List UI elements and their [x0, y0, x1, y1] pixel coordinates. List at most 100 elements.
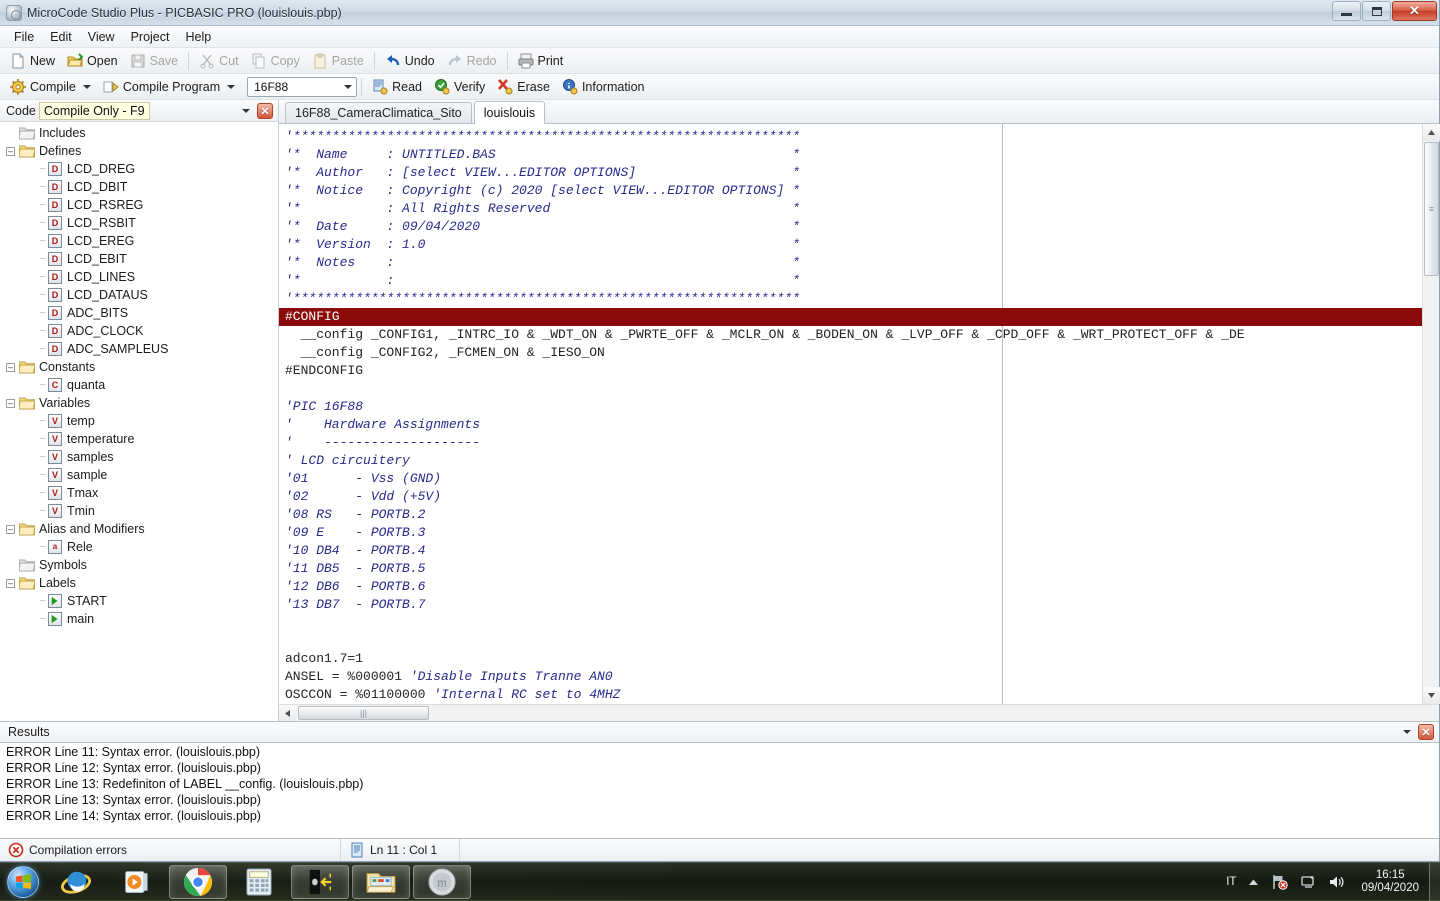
tree-item-lcd-rsbit[interactable]: ┄DLCD_RSBIT	[0, 214, 278, 232]
chevron-down-icon[interactable]	[1403, 730, 1411, 734]
code-line[interactable]: '08 RS - PORTB.2	[285, 506, 1422, 524]
code-line[interactable]	[285, 380, 1422, 398]
code-line[interactable]: ' LCD circuitery	[285, 452, 1422, 470]
minimize-button[interactable]	[1332, 1, 1361, 21]
tree-item-tmin[interactable]: ┄VTmin	[0, 502, 278, 520]
tree-item-adc-clock[interactable]: ┄DADC_CLOCK	[0, 322, 278, 340]
taskbar-microcode-studio[interactable]	[291, 865, 349, 899]
compile-button[interactable]: Compile	[4, 77, 97, 97]
code-line[interactable]: '* Author : [select VIEW...EDITOR OPTION…	[285, 164, 1422, 182]
tree-item-temperature[interactable]: ┄Vtemperature	[0, 430, 278, 448]
tree-item-lcd-dataus[interactable]: ┄DLCD_DATAUS	[0, 286, 278, 304]
tree-item-adc-sampleus[interactable]: ┄DADC_SAMPLEUS	[0, 340, 278, 358]
code-line[interactable]: '* Version : 1.0 *	[285, 236, 1422, 254]
tree-item-lcd-lines[interactable]: ┄DLCD_LINES	[0, 268, 278, 286]
result-line[interactable]: ERROR Line 13: Redefiniton of LABEL __co…	[6, 777, 1439, 793]
menu-item-file[interactable]: File	[6, 28, 42, 46]
chevron-down-icon[interactable]	[83, 85, 91, 89]
tree-item-variables[interactable]: –Variables	[0, 394, 278, 412]
tree-item-lcd-ebit[interactable]: ┄DLCD_EBIT	[0, 250, 278, 268]
code-explorer-tree[interactable]: Includes–Defines┄DLCD_DREG┄DLCD_DBIT┄DLC…	[0, 122, 278, 721]
code-line[interactable]: ' --------------------	[285, 434, 1422, 452]
code-line[interactable]: '11 DB5 - PORTB.5	[285, 560, 1422, 578]
tree-item-lcd-rsreg[interactable]: ┄DLCD_RSREG	[0, 196, 278, 214]
close-results-button[interactable]: ✕	[1418, 724, 1434, 740]
tree-item-lcd-dbit[interactable]: ┄DLCD_DBIT	[0, 178, 278, 196]
redo-button[interactable]: Redo	[441, 51, 503, 71]
code-line[interactable]	[285, 614, 1422, 632]
tree-item-labels[interactable]: –Labels	[0, 574, 278, 592]
scroll-left-button[interactable]	[279, 705, 296, 722]
code-line[interactable]: ANSEL = %000001 'Disable Inputs Tranne A…	[285, 668, 1422, 686]
tree-item-quanta[interactable]: ┄Cquanta	[0, 376, 278, 394]
editor-horizontal-scrollbar[interactable]: |||	[279, 704, 1439, 721]
vertical-scroll-thumb[interactable]: ≡	[1424, 142, 1439, 276]
code-line[interactable]: #ENDCONFIG	[285, 362, 1422, 380]
result-line[interactable]: ERROR Line 11: Syntax error. (louislouis…	[6, 745, 1439, 761]
taskbar-media-player[interactable]	[108, 865, 166, 899]
tree-item-start[interactable]: ┄START	[0, 592, 278, 610]
code-line[interactable]	[285, 632, 1422, 650]
cut-button[interactable]: Cut	[193, 51, 244, 71]
speaker-icon[interactable]	[1322, 863, 1351, 901]
result-line[interactable]: ERROR Line 13: Syntax error. (louislouis…	[6, 793, 1439, 809]
code-line[interactable]: '10 DB4 - PORTB.4	[285, 542, 1422, 560]
chevron-down-icon[interactable]	[344, 85, 352, 89]
code-line[interactable]: '* Name : UNTITLED.BAS *	[285, 146, 1422, 164]
information-button[interactable]: Information	[556, 77, 651, 97]
code-line[interactable]: '12 DB6 - PORTB.6	[285, 578, 1422, 596]
tree-item-sample[interactable]: ┄Vsample	[0, 466, 278, 484]
tree-item-symbols[interactable]: Symbols	[0, 556, 278, 574]
code-line[interactable]: '01 - Vss (GND)	[285, 470, 1422, 488]
results-list[interactable]: ERROR Line 11: Syntax error. (louislouis…	[0, 742, 1439, 839]
tree-item-alias-and-modifiers[interactable]: –Alias and Modifiers	[0, 520, 278, 538]
code-line-selected[interactable]: #CONFIG	[279, 308, 1422, 326]
device-select[interactable]: 16F88	[247, 77, 357, 97]
editor-tab-camera-climatica[interactable]: 16F88_CameraClimatica_Sito	[285, 102, 472, 123]
tree-item-includes[interactable]: Includes	[0, 124, 278, 142]
horizontal-scroll-track[interactable]: |||	[296, 705, 1439, 721]
print-button[interactable]: Print	[512, 51, 570, 71]
tree-item-main[interactable]: ┄main	[0, 610, 278, 628]
taskbar-google-chrome[interactable]	[169, 865, 227, 899]
tray-language[interactable]: IT	[1220, 863, 1242, 901]
code-line[interactable]: '***************************************…	[285, 290, 1422, 308]
tree-item-lcd-dreg[interactable]: ┄DLCD_DREG	[0, 160, 278, 178]
scroll-up-button[interactable]	[1423, 124, 1440, 141]
tree-item-rele[interactable]: ┄aRele	[0, 538, 278, 556]
restore-button[interactable]	[1362, 1, 1391, 21]
code-line[interactable]: __config _CONFIG2, _FCMEN_ON & _IESO_ON	[285, 344, 1422, 362]
chevron-down-icon[interactable]	[227, 85, 235, 89]
editor-vertical-scrollbar[interactable]: ≡	[1422, 124, 1439, 704]
collapse-toggle-icon[interactable]: –	[6, 399, 15, 408]
editor-tab-louislouis[interactable]: louislouis	[474, 101, 545, 124]
taskbar-file-explorer[interactable]	[352, 865, 410, 899]
code-line[interactable]: adcon1.7=1	[285, 650, 1422, 668]
taskbar-internet-explorer[interactable]	[47, 865, 105, 899]
start-button[interactable]	[2, 864, 44, 900]
menu-item-view[interactable]: View	[80, 28, 123, 46]
code-line[interactable]: '* : All Rights Reserved *	[285, 200, 1422, 218]
horizontal-scroll-thumb[interactable]: |||	[298, 706, 429, 720]
taskbar-clock[interactable]: 16:15 09/04/2020	[1351, 869, 1429, 895]
menu-item-edit[interactable]: Edit	[42, 28, 80, 46]
save-button[interactable]: Save	[124, 51, 185, 71]
tree-item-tmax[interactable]: ┄VTmax	[0, 484, 278, 502]
collapse-toggle-icon[interactable]: –	[6, 579, 15, 588]
code-editor[interactable]: '***************************************…	[279, 124, 1422, 704]
read-button[interactable]: Read	[366, 77, 428, 97]
code-line[interactable]: '09 E - PORTB.3	[285, 524, 1422, 542]
code-line[interactable]: '* : *	[285, 272, 1422, 290]
tree-item-temp[interactable]: ┄Vtemp	[0, 412, 278, 430]
result-line[interactable]: ERROR Line 12: Syntax error. (louislouis…	[6, 761, 1439, 777]
menu-item-help[interactable]: Help	[177, 28, 219, 46]
paste-button[interactable]: Paste	[306, 51, 370, 71]
close-explorer-button[interactable]: ✕	[257, 103, 273, 119]
code-line[interactable]: OSCCON = %01100000 'Internal RC set to 4…	[285, 686, 1422, 704]
erase-button[interactable]: Erase	[491, 77, 556, 97]
collapse-toggle-icon[interactable]: –	[6, 525, 15, 534]
code-line[interactable]: '* Notice : Copyright (c) 2020 [select V…	[285, 182, 1422, 200]
code-line[interactable]: '***************************************…	[285, 128, 1422, 146]
verify-button[interactable]: Verify	[428, 77, 491, 97]
tree-item-defines[interactable]: –Defines	[0, 142, 278, 160]
